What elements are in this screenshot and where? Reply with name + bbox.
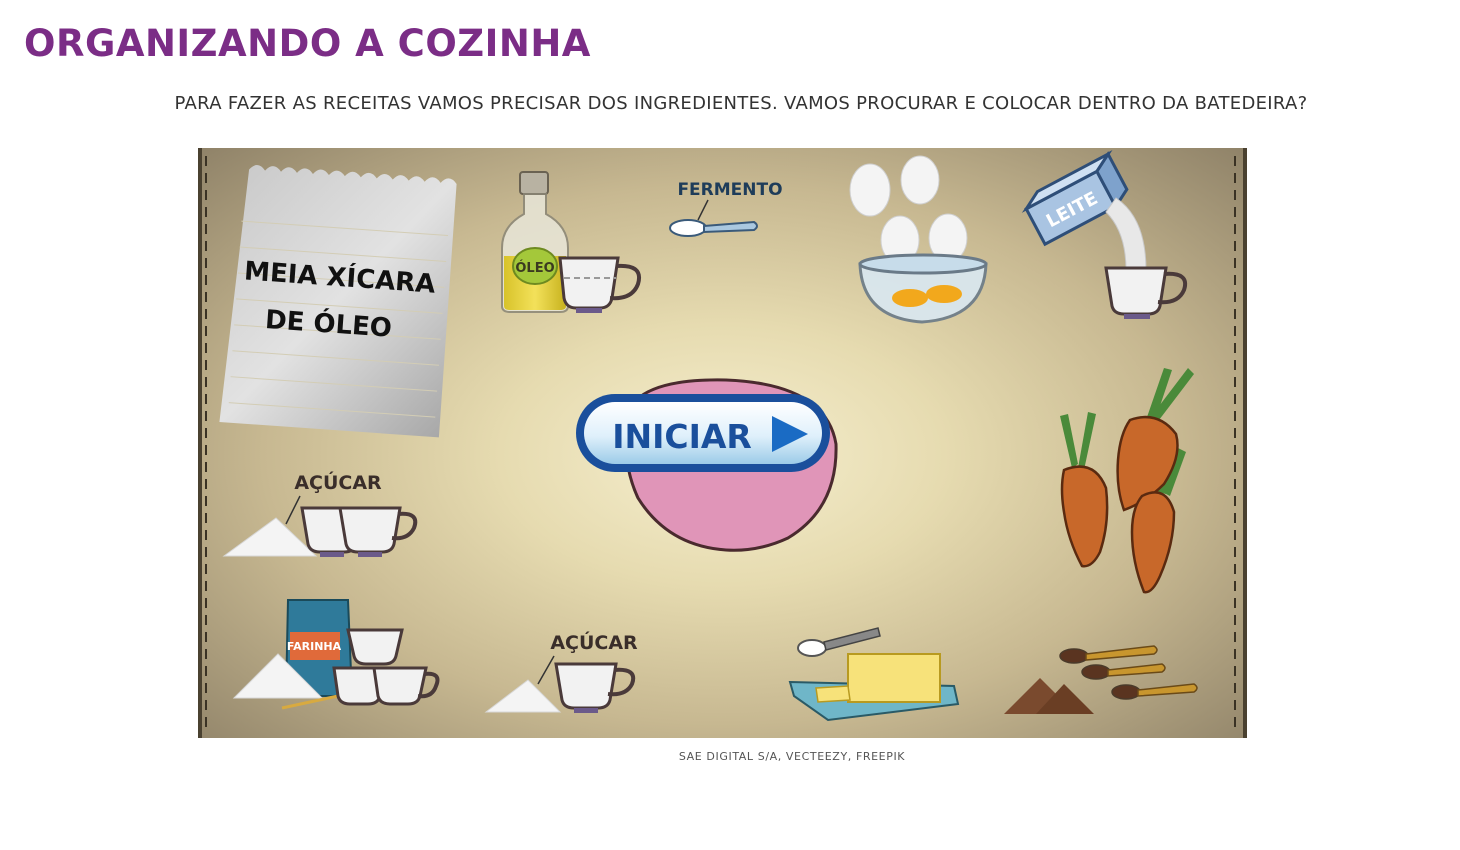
- image-credit: SAE DIGITAL S/A, VECTEEZY, FREEPIK: [678, 750, 906, 763]
- flour-label: FARINHA: [287, 640, 342, 653]
- egg-bowl-icon[interactable]: [849, 155, 988, 324]
- instruction-text: PARA FAZER AS RECEITAS VAMOS PRECISAR DO…: [174, 93, 1308, 114]
- butter-dish-icon[interactable]: [788, 627, 960, 722]
- cocoa-spoons-icon[interactable]: [1004, 645, 1198, 714]
- start-button[interactable]: INICIAR: [576, 394, 830, 472]
- sugar-one-cup-icon[interactable]: AÇÚCAR: [484, 630, 638, 713]
- yeast-label: FERMENTO: [677, 180, 782, 200]
- sugar-top-label: AÇÚCAR: [294, 470, 382, 494]
- flour-bag-icon[interactable]: FARINHA: [232, 599, 440, 710]
- game-stage[interactable]: MEIA XÍCARA DE ÓLEO ÓLEO FERMENTO LEITE …: [198, 148, 1247, 738]
- oil-measuring-cup-icon[interactable]: [558, 256, 641, 313]
- oil-bottle-icon[interactable]: ÓLEO: [501, 171, 569, 313]
- yeast-spoon-icon[interactable]: FERMENTO: [669, 180, 783, 237]
- sugar-two-cups-icon[interactable]: AÇÚCAR: [222, 470, 418, 557]
- carrots-icon[interactable]: [1060, 368, 1194, 594]
- start-button-label: INICIAR: [612, 417, 752, 456]
- oil-label: ÓLEO: [515, 260, 554, 276]
- sugar-bottom-label: AÇÚCAR: [550, 630, 638, 654]
- recipe-note: MEIA XÍCARA DE ÓLEO: [219, 165, 457, 438]
- milk-carton-icon[interactable]: LEITE: [1021, 150, 1187, 319]
- page-title: ORGANIZANDO A COZINHA: [24, 22, 591, 65]
- game-scene: MEIA XÍCARA DE ÓLEO ÓLEO FERMENTO LEITE …: [198, 148, 1247, 738]
